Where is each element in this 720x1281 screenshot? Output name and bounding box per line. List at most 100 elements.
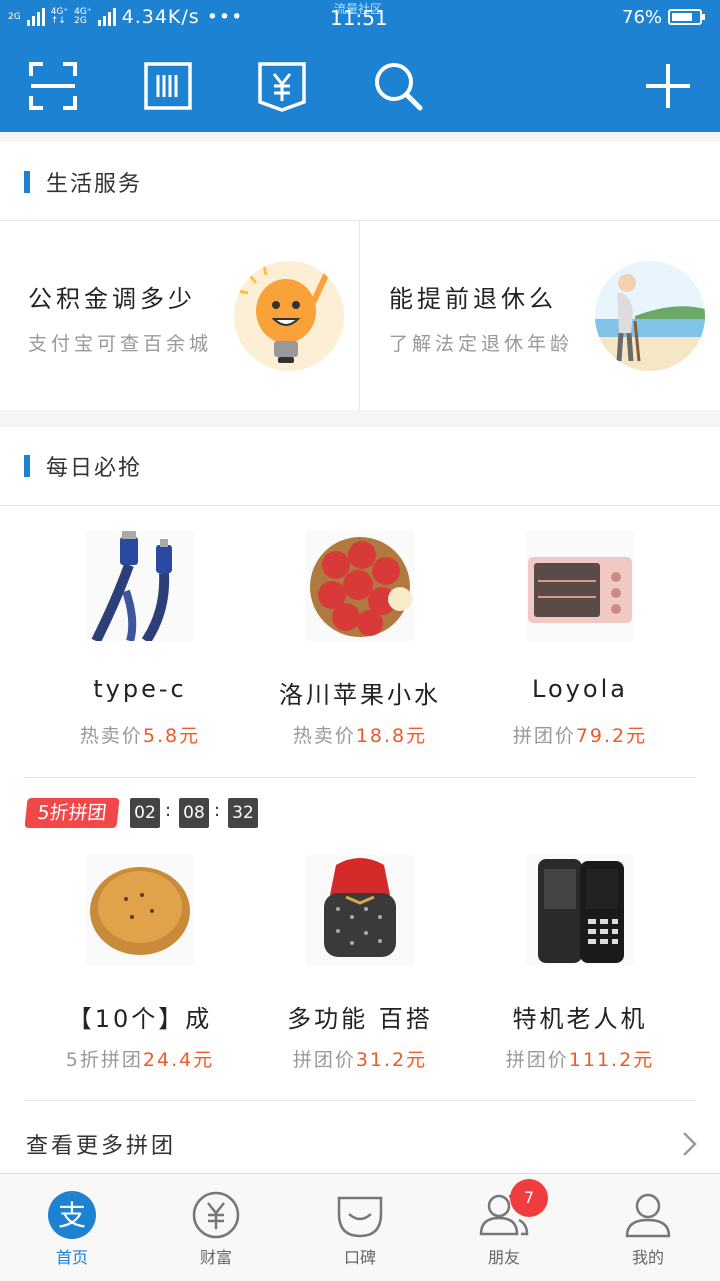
life-service-card: 生活服务 公积金调多少 支付宝可查百余城 能提前退休么 了解法定退休年龄 [0,142,720,410]
service-subtitle: 了解法定退休年龄 [389,333,574,355]
service-row: 公积金调多少 支付宝可查百余城 能提前退休么 了解法定退休年龄 [0,221,720,410]
tab-friends[interactable]: 朋友 [432,1174,576,1281]
bottom-tab-bar: 支 首页 财富 口碑 朋友 我的 [0,1173,720,1281]
yuan-card-icon[interactable] [254,58,310,114]
service-title: 公积金调多少 [28,285,196,313]
battery-fill [672,13,692,21]
product-price: 热卖价5.8元 [20,721,260,748]
section-title: 每日必抢 [46,456,143,481]
koubei-bag-icon [337,1196,383,1238]
elderly-beach-image [595,261,705,371]
chevron-right-icon[interactable] [680,1131,700,1157]
network-type-2: 4G⁺ ↑↓ [51,8,68,26]
price-value: 5.8元 [142,725,201,747]
product-name: 多功能 百搭 [287,1005,433,1033]
clock: 11:51 [330,6,388,30]
tab-label: 朋友 [487,1248,520,1267]
service-title: 能提前退休么 [389,285,557,313]
divider [24,777,696,778]
price-label: 拼团价 [505,1049,569,1071]
countdown-hours: 02 [130,798,160,828]
scan-icon[interactable] [25,58,81,114]
service-item-housing-fund[interactable]: 公积金调多少 支付宝可查百余城 [0,221,359,411]
barcode-icon[interactable] [140,58,196,114]
tab-me[interactable]: 我的 [576,1174,720,1281]
product-name: type-c [93,675,187,703]
price-value: 24.4元 [142,1049,215,1071]
backpack-image [306,855,414,965]
service-item-retirement[interactable]: 能提前退休么 了解法定退休年龄 [361,221,720,411]
section-header-life-service: 生活服务 [24,170,142,197]
divider [24,1100,696,1101]
section-accent-bar [24,455,30,477]
countdown-separator: : [165,800,172,821]
price-value: 18.8元 [355,725,428,747]
product-card[interactable]: Loyola 拼团价79.2元 [460,531,700,761]
signal-strength-icon [26,8,45,26]
lightbulb-mascot-image [234,261,344,371]
user-icon [625,1193,671,1238]
tab-wealth[interactable]: 财富 [144,1174,288,1281]
product-card[interactable]: 多功能 百搭 拼团价31.2元 [240,855,480,1085]
network-type-3: 4G⁺ 2G [74,8,91,26]
network-type-1: 2G [8,11,21,22]
apples-image [306,531,414,641]
status-bar: 2G 4G⁺ ↑↓ 4G⁺ 2G 4.34K/s ••• 流量社区 11:51 76… [0,0,720,36]
price-value: 79.2元 [575,725,648,747]
section-accent-bar [24,171,30,193]
status-left: 2G 4G⁺ ↑↓ 4G⁺ 2G 4.34K/s ••• [8,6,243,28]
network-2g-label: 2G [74,16,87,26]
feature-phone-image [526,855,634,965]
svg-text:支: 支 [58,1199,86,1232]
product-card[interactable]: 【10个】成 5折拼团24.4元 [20,855,260,1085]
notification-badge: 7 [510,1179,548,1217]
price-label: 拼团价 [512,725,576,747]
pastry-image [86,855,194,965]
product-price: 5折拼团24.4元 [20,1045,260,1072]
battery-percent: 76% [622,7,663,28]
network-transfer-label: ↑↓ [50,16,66,26]
product-name: 【10个】成 [67,1005,213,1033]
price-value: 111.2元 [568,1049,655,1071]
product-price: 拼团价111.2元 [460,1045,700,1072]
price-label: 热卖价 [292,725,356,747]
tab-label: 首页 [55,1248,88,1267]
product-price: 拼团价31.2元 [240,1045,480,1072]
product-name: 特机老人机 [512,1005,648,1033]
price-label: 热卖价 [79,725,143,747]
product-card[interactable]: 洛川苹果小水 热卖价18.8元 [240,531,480,761]
price-value: 31.2元 [355,1049,428,1071]
vertical-divider [359,221,360,410]
tab-home[interactable]: 支 首页 [0,1174,144,1281]
usb-cable-image [86,531,194,641]
tab-label: 我的 [631,1248,664,1267]
countdown-minutes: 08 [179,798,209,828]
plus-icon[interactable] [640,58,696,114]
network-speed: 4.34K/s ••• [121,6,244,28]
product-card[interactable]: 特机老人机 拼团价111.2元 [460,855,700,1085]
section-title: 生活服务 [46,172,143,197]
price-label: 5折拼团 [65,1049,143,1071]
search-icon[interactable] [370,58,426,114]
product-name: Loyola [532,675,628,703]
product-price: 热卖价18.8元 [240,721,480,748]
countdown-separator: : [214,800,221,821]
alipay-home-icon: 支 [48,1191,96,1239]
view-more-group-buy-link[interactable]: 查看更多拼团 [26,1128,176,1160]
tab-koubei[interactable]: 口碑 [288,1174,432,1281]
tab-label: 财富 [199,1248,232,1267]
countdown-seconds: 32 [228,798,258,828]
service-subtitle: 支付宝可查百余城 [28,333,213,355]
price-label: 拼团价 [292,1049,356,1071]
product-price: 拼团价79.2元 [460,721,700,748]
tab-label: 口碑 [343,1248,376,1267]
battery-icon [668,9,705,25]
oven-image [526,531,634,641]
section-header-daily-deals: 每日必抢 [24,454,142,481]
yuan-circle-icon [192,1191,240,1239]
product-card[interactable]: type-c 热卖价5.8元 [20,531,260,761]
group-buy-tag[interactable]: 5折拼团 [24,798,120,828]
top-toolbar [0,36,720,132]
signal-strength-icon-2 [97,8,116,26]
product-name: 洛川苹果小水 [279,681,441,709]
